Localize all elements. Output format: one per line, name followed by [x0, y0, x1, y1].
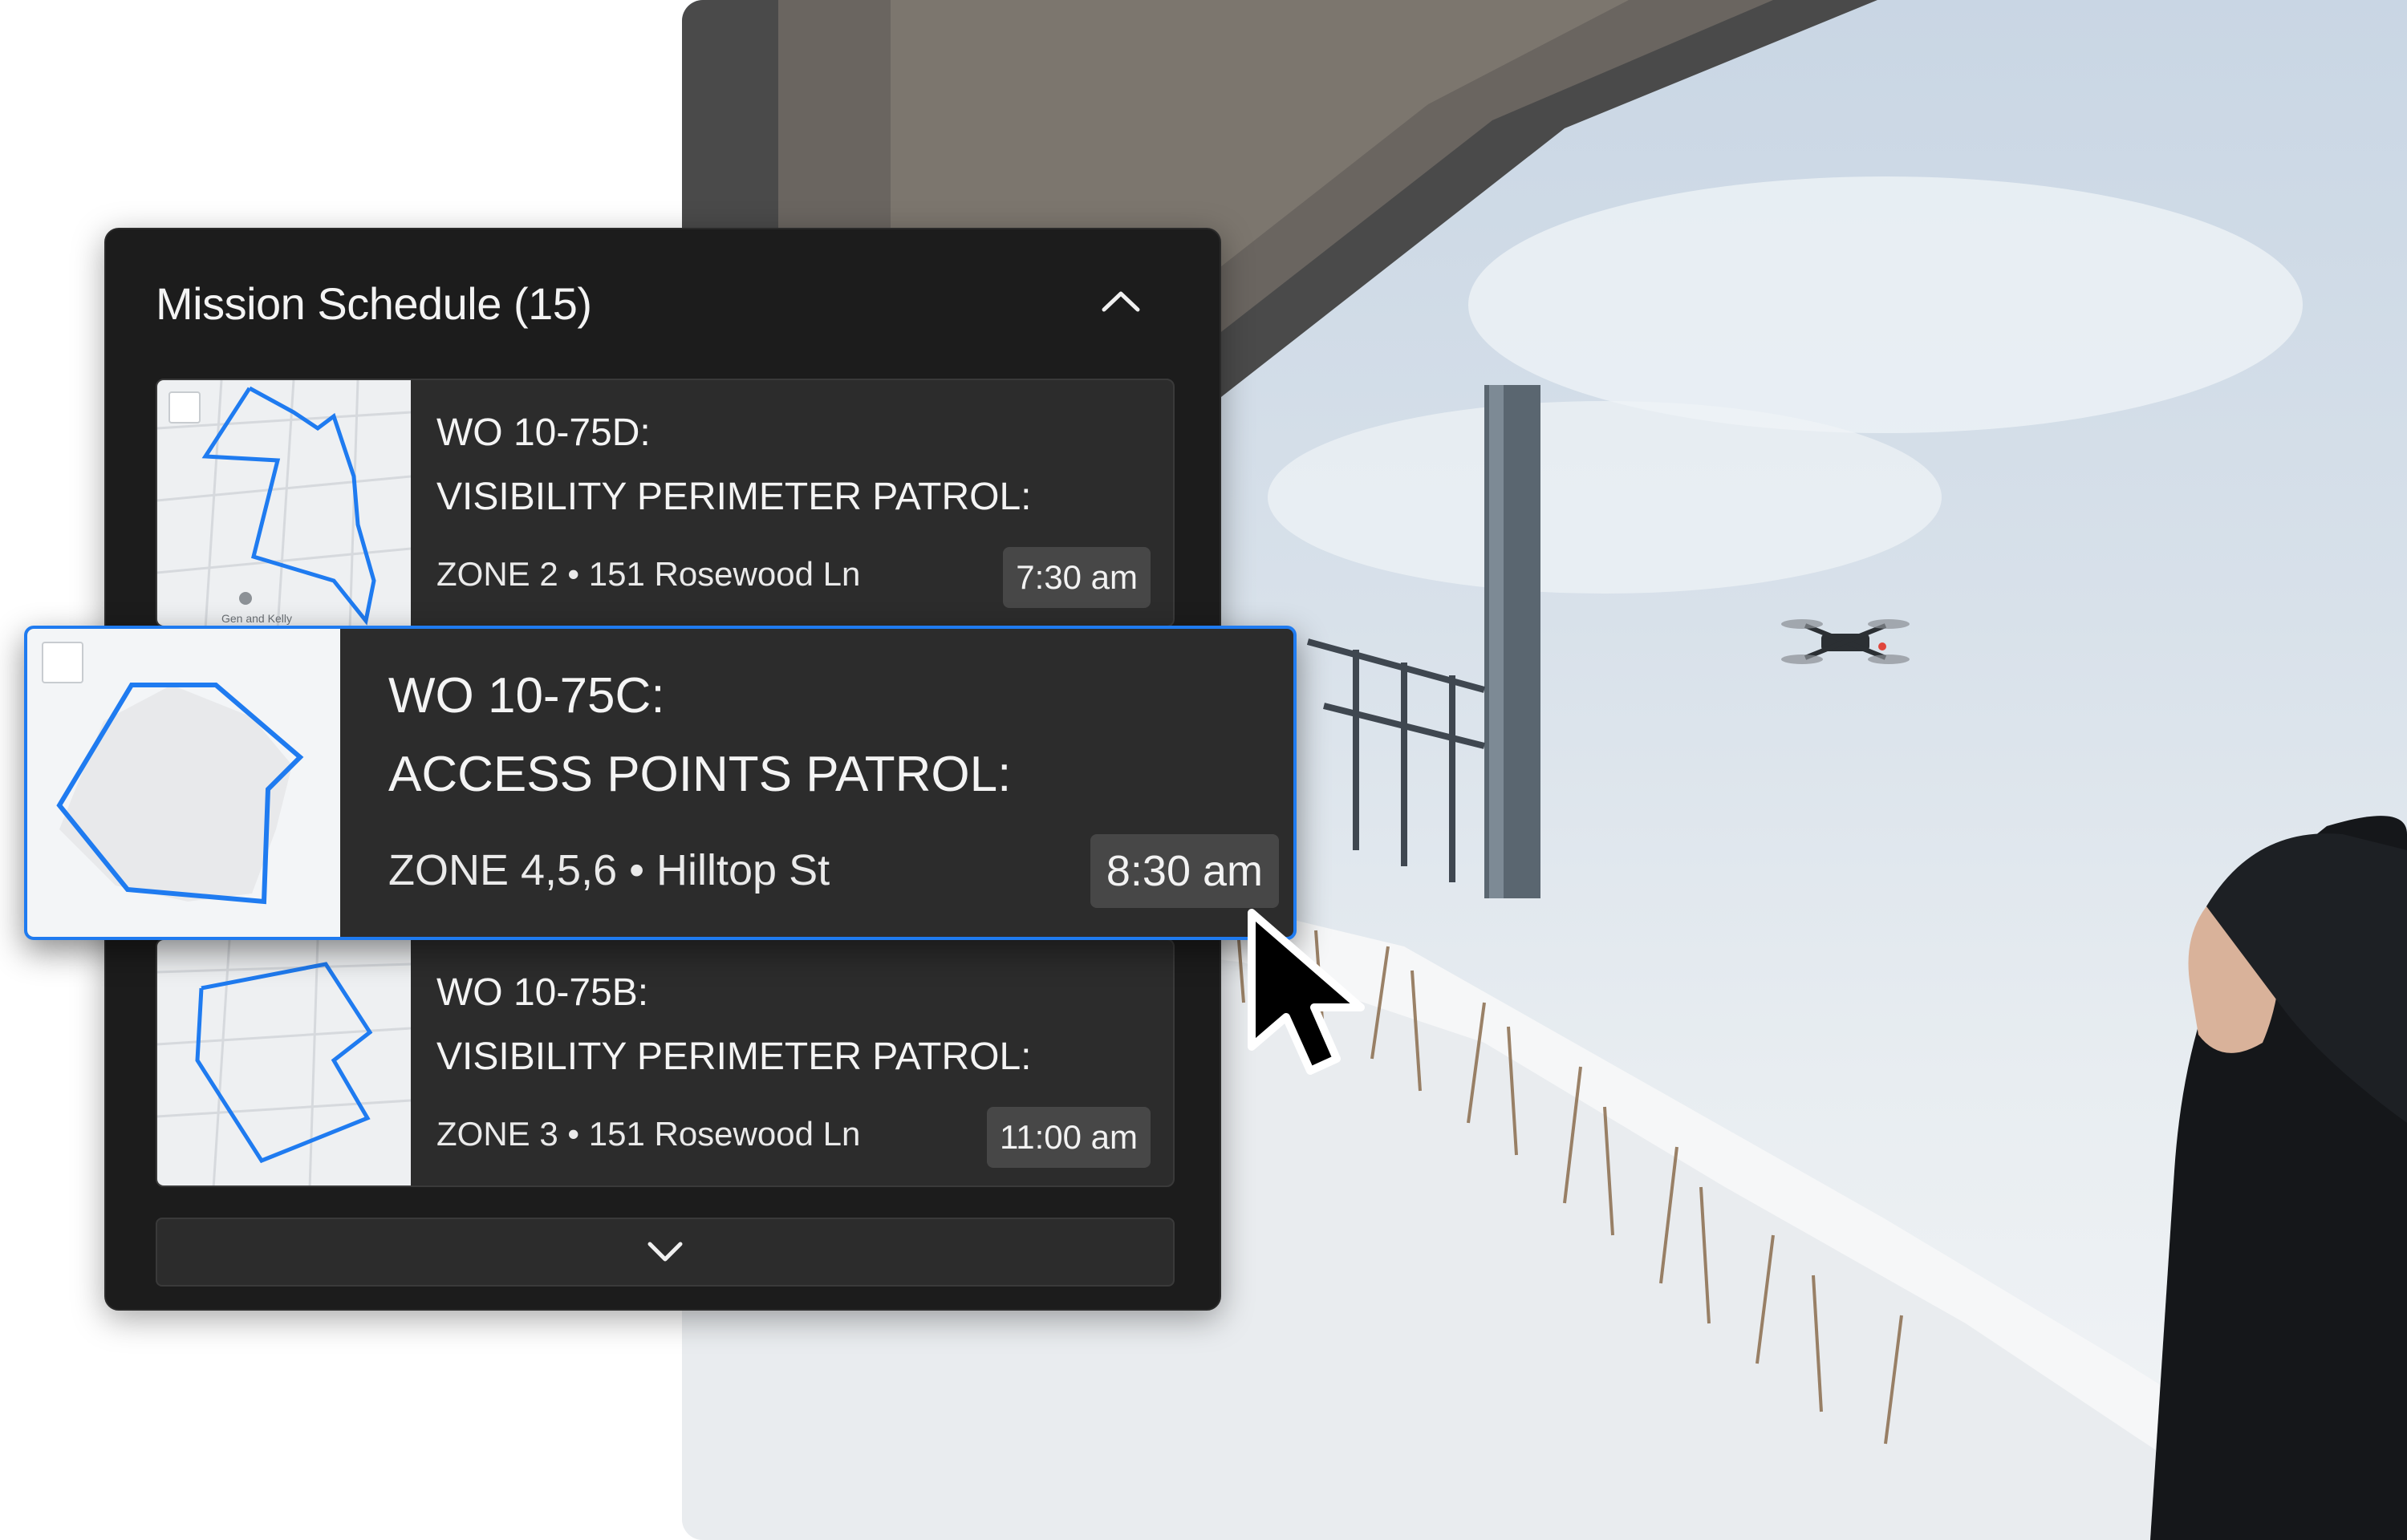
map-label: Gen and Kelly — [221, 612, 292, 625]
expand-button[interactable] — [156, 1218, 1175, 1287]
route-map-thumbnail: Gen and Kelly — [157, 380, 412, 626]
mission-card[interactable]: WO 10-75B: VISIBILITY PERIMETER PATROL: … — [156, 938, 1175, 1187]
collapse-button[interactable] — [1085, 265, 1157, 337]
mission-zone: ZONE 4,5,6 • Hilltop St — [388, 846, 830, 894]
mission-time-badge: 11:00 am — [987, 1107, 1151, 1168]
work-order-id: WO 10-75C: — [388, 668, 665, 723]
mission-title: VISIBILITY PERIMETER PATROL: — [436, 1035, 1032, 1078]
work-order-id: WO 10-75B: — [436, 971, 649, 1014]
panel-title: Mission Schedule (15) — [156, 278, 592, 329]
mission-title: VISIBILITY PERIMETER PATROL: — [436, 476, 1032, 518]
mission-card-selected[interactable]: WO 10-75C: ACCESS POINTS PATROL: ZONE 4,… — [24, 626, 1297, 940]
work-order-id: WO 10-75D: — [436, 411, 651, 454]
mission-time-badge: 7:30 am — [1003, 547, 1151, 608]
chevron-down-icon — [647, 1242, 683, 1262]
chevron-up-icon — [1102, 291, 1140, 312]
route-map-thumbnail — [157, 940, 412, 1185]
mission-zone: ZONE 3 • 151 Rosewood Ln — [436, 1115, 861, 1153]
mission-time-badge: 8:30 am — [1090, 834, 1279, 908]
mouse-pointer-icon — [1248, 909, 1365, 1075]
drone-icon — [1781, 619, 1910, 664]
mission-title: ACCESS POINTS PATROL: — [388, 747, 1012, 802]
route-map-thumbnail — [27, 629, 340, 937]
mission-checkbox[interactable] — [42, 642, 83, 683]
mission-card[interactable]: Gen and Kelly WO 10-75D: VISIBILITY PERI… — [156, 379, 1175, 627]
mission-zone: ZONE 2 • 151 Rosewood Ln — [436, 555, 861, 593]
mission-checkbox[interactable] — [168, 391, 201, 424]
